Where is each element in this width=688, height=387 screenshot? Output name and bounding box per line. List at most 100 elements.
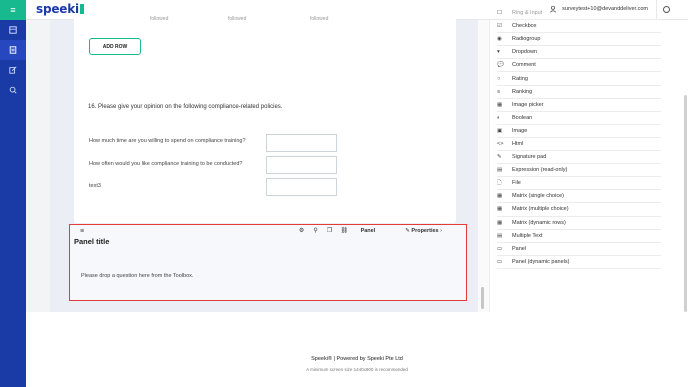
toolbox-item-icon: ☑ (497, 23, 502, 30)
sidebar-item-edit[interactable] (0, 60, 26, 80)
toolbox-list: ☐ Ring & Input ☑ Checkbox ◉ Radiogroup ▾ Drop… (497, 7, 661, 269)
toolbox-item-icon: ▣ (497, 127, 503, 134)
matrix-row-label: How much time are you willing to spend o… (89, 138, 246, 144)
toolbox-item-label: Ranking (512, 88, 533, 95)
canvas-scrollbar[interactable] (478, 20, 490, 312)
toolbox-item-partial[interactable]: ☐ Ring & Input (497, 7, 661, 21)
dashboard-icon (9, 26, 17, 34)
toolbox-item[interactable]: ▦ Matrix (multiple choice) (497, 203, 661, 217)
toolbox-item-icon: ▦ (497, 101, 503, 108)
toolbox-item[interactable]: ▦ Matrix (single choice) (497, 190, 661, 204)
text-input[interactable] (266, 178, 337, 196)
toolbox-item[interactable]: ≡ Ranking (497, 86, 661, 99)
toolbox-item-label: Checkbox (512, 23, 537, 30)
toolbox-item[interactable]: ▤ Multiple Text (497, 230, 661, 243)
properties-button[interactable]: ✎ Properties › (405, 228, 442, 234)
toolbox-item-icon: ▾ (497, 49, 500, 56)
toolbox-item[interactable]: ☑ Checkbox (497, 20, 661, 34)
edit-icon (9, 66, 17, 74)
toolbox-item[interactable]: ✎ Signature pad (497, 151, 661, 165)
selected-panel[interactable]: ≡ Panel title ⚙ ⚲ ❐ ⛓ Panel ✎ Properties… (69, 224, 467, 301)
toolbox-item-label: Image picker (512, 101, 544, 108)
drag-handle-icon[interactable]: ≡ (80, 228, 84, 235)
toolbox-item-icon: 💬 (497, 62, 504, 69)
settings-icon[interactable] (663, 6, 670, 13)
toolbox-scrollbar[interactable] (684, 95, 687, 312)
matrix-row-label: text3 (89, 183, 101, 189)
toolbox-item-label: Html (512, 140, 524, 147)
text-input[interactable] (266, 156, 337, 174)
toolbox-item[interactable]: 💬 Comment (497, 59, 661, 73)
question-16-card: 16. Please give your opinion on the foll… (74, 88, 456, 223)
sidebar: ≡ (0, 0, 26, 387)
toolbox-item-icon: ✎ (497, 154, 502, 161)
search-icon (9, 86, 17, 94)
toolbox-item-label: Multiple Text (512, 232, 543, 239)
toolbox-item-label: Dropdown (512, 49, 538, 56)
toolbox-item-icon: ◉ (497, 36, 502, 43)
menu-icon: ≡ (10, 4, 16, 15)
add-row-button[interactable]: ADD ROW (89, 38, 141, 55)
survey-canvas: followed followed followed ADD ROW 16. P… (50, 16, 478, 312)
footer: Speeki® | Powered by Speeki Pte Ltd A mi… (26, 312, 688, 387)
toolbox-item-label: Panel (512, 245, 527, 252)
toolbox-item[interactable]: ▦ Image picker (497, 99, 661, 112)
brand-logo[interactable]: speeki (36, 2, 84, 16)
toolbox-item[interactable]: ▦ Matrix (dynamic rows) (497, 217, 661, 230)
settings-icon[interactable]: ⚙ (299, 227, 305, 234)
toolbox-item-label: File (512, 180, 521, 187)
sidebar-item-dashboard[interactable] (0, 20, 26, 40)
matrix-cell: followed (150, 16, 169, 22)
toolbox-item[interactable]: 🗋 File (497, 177, 661, 191)
wand-icon[interactable]: ⚲ (313, 227, 319, 234)
toolbox-item-icon: ▦ (497, 206, 503, 213)
toolbox-item[interactable]: ▭ Panel (dynamic panels) (497, 256, 661, 269)
footer-note: A minimum screen size 1440x900 is recomm… (306, 367, 408, 372)
matrix-question-card: followed followed followed ADD ROW (74, 16, 456, 95)
toolbox-item-label: Comment (512, 62, 536, 69)
toolbox-item[interactable]: ▭ Panel (497, 243, 661, 256)
toolbox-item-icon: ▦ (497, 219, 503, 226)
copy-icon[interactable]: ❐ (327, 227, 333, 234)
toolbox-item-icon: 🗋 (497, 179, 502, 186)
drop-hint: Please drop a question here from the Too… (81, 273, 194, 279)
sidebar-item-surveys[interactable] (0, 40, 26, 60)
list-icon (9, 46, 17, 54)
toolbox-item-icon: <> (497, 140, 504, 147)
toolbox-item-icon: ◐ (497, 114, 501, 121)
text-input[interactable] (266, 134, 337, 152)
toolbox-item[interactable]: ▣ Image (497, 125, 661, 138)
matrix-cell: followed (310, 16, 329, 22)
toolbox-item-label: Boolean (512, 114, 533, 121)
toolbox-item-label: Panel (dynamic panels) (512, 258, 570, 265)
toolbox-item[interactable]: ◉ Radiogroup (497, 33, 661, 47)
toolbox-item-icon: ▦ (497, 193, 503, 200)
toolbox-item-label: Matrix (single choice) (512, 193, 564, 200)
sidebar-menu-button[interactable]: ≡ (0, 0, 26, 20)
sidebar-item-search[interactable] (0, 80, 26, 100)
toolbox-item-label: Rating (512, 75, 528, 82)
matrix-row-label: How often would you like compliance trai… (89, 161, 243, 167)
panel-toolbar: ⚙ ⚲ ❐ ⛓ Panel ✎ Properties › (299, 227, 442, 235)
toolbox-item[interactable]: ▾ Dropdown (497, 46, 661, 60)
toolbox-item[interactable]: ◐ Boolean (497, 112, 661, 125)
footer-brand: Speeki® | Powered by Speeki Pte Ltd (311, 356, 403, 362)
toolbox-item[interactable]: ▤ Expression (read-only) (497, 164, 661, 178)
toolbox-icon: ☐ (497, 10, 502, 17)
scroll-thumb[interactable] (481, 287, 484, 309)
toolbox-item[interactable]: <> Html (497, 138, 661, 152)
panel-type-label[interactable]: Panel (361, 228, 376, 234)
toolbox-item-icon: ▤ (497, 167, 503, 174)
toolbox-item-label: Radiogroup (512, 36, 541, 43)
link-icon[interactable]: ⛓ (341, 227, 349, 234)
toolbox-item-label: Matrix (multiple choice) (512, 206, 569, 213)
panel-title[interactable]: Panel title (74, 237, 109, 246)
toolbox-item-icon: ▭ (497, 245, 503, 252)
toolbox-item-icon: ▤ (497, 232, 503, 239)
toolbox-item-label: Matrix (dynamic rows) (512, 219, 566, 226)
toolbox-item-label: Signature pad (512, 154, 547, 161)
matrix-cell: followed (228, 16, 247, 22)
toolbox-item[interactable]: ○ Rating (497, 72, 661, 86)
toolbox-item-label: Image (512, 127, 528, 134)
toolbox-item-icon: ≡ (497, 88, 501, 95)
